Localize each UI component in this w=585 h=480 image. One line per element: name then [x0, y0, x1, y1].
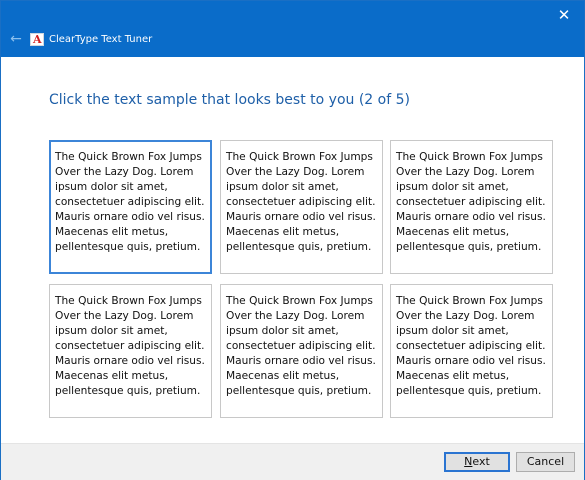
- window-title: ClearType Text Tuner: [49, 34, 153, 45]
- next-button[interactable]: Next: [444, 452, 510, 472]
- sample-text: The Quick Brown Fox Jumps Over the Lazy …: [226, 151, 376, 253]
- text-sample-2[interactable]: The Quick Brown Fox Jumps Over the Lazy …: [220, 140, 383, 274]
- cleartype-tuner-window: ✕ ← A ClearType Text Tuner Click the tex…: [0, 0, 585, 480]
- sample-text: The Quick Brown Fox Jumps Over the Lazy …: [55, 151, 205, 253]
- text-sample-3[interactable]: The Quick Brown Fox Jumps Over the Lazy …: [390, 140, 553, 274]
- text-sample-5[interactable]: The Quick Brown Fox Jumps Over the Lazy …: [220, 284, 383, 418]
- text-sample-1[interactable]: The Quick Brown Fox Jumps Over the Lazy …: [49, 140, 212, 274]
- back-arrow-icon: ←: [10, 31, 22, 47]
- cancel-button[interactable]: Cancel: [516, 452, 575, 472]
- sample-text: The Quick Brown Fox Jumps Over the Lazy …: [55, 295, 205, 397]
- cancel-label: Cancel: [526, 455, 565, 468]
- text-sample-4[interactable]: The Quick Brown Fox Jumps Over the Lazy …: [49, 284, 212, 418]
- sample-text: The Quick Brown Fox Jumps Over the Lazy …: [396, 151, 546, 253]
- next-label: ext: [472, 455, 490, 468]
- text-sample-6[interactable]: The Quick Brown Fox Jumps Over the Lazy …: [390, 284, 553, 418]
- title-bar: ✕ ← A ClearType Text Tuner: [1, 1, 584, 57]
- cleartype-app-icon: A: [30, 33, 44, 46]
- footer-bar: Next Cancel: [1, 443, 584, 480]
- sample-text: The Quick Brown Fox Jumps Over the Lazy …: [226, 295, 376, 397]
- sample-text: The Quick Brown Fox Jumps Over the Lazy …: [396, 295, 546, 397]
- back-button[interactable]: ←: [5, 29, 27, 49]
- close-button[interactable]: ✕: [550, 4, 578, 26]
- instruction-heading: Click the text sample that looks best to…: [49, 92, 410, 108]
- close-icon: ✕: [557, 6, 571, 24]
